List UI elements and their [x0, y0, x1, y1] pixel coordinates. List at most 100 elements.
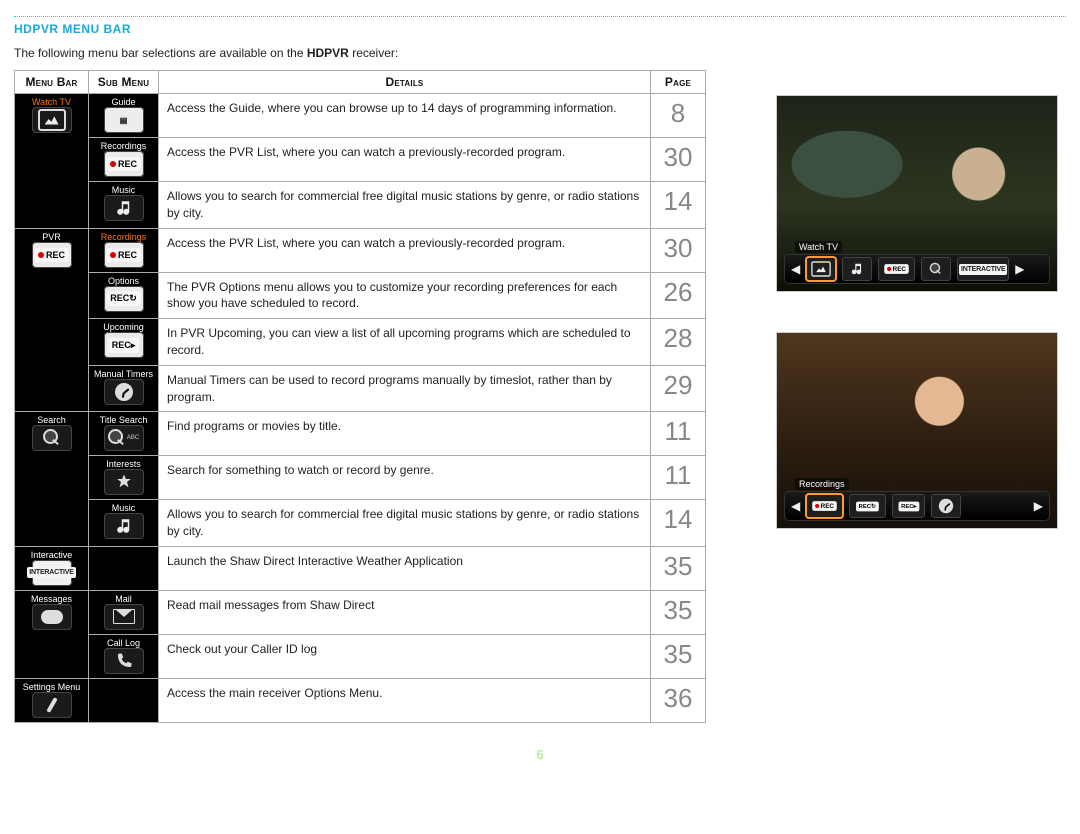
table-row: Music Allows you to search for commercial… — [15, 182, 706, 229]
page-cell: 14 — [651, 500, 706, 547]
menubar-label: Messages — [31, 594, 72, 604]
submenu-label: Call Log — [107, 638, 140, 648]
tile-tv-icon — [806, 257, 836, 281]
page-cell: 30 — [651, 228, 706, 272]
submenu-cell-options: OptionsREC↻ — [89, 272, 159, 319]
menubar-label: Settings Menu — [23, 682, 81, 692]
submenu-cell-upcoming: UpcomingREC▸ — [89, 319, 159, 366]
menubar-label: Interactive — [31, 550, 73, 560]
submenu-label: Upcoming — [103, 322, 144, 332]
details-cell: Allows you to search for commercial free… — [159, 500, 651, 547]
section-divider — [14, 16, 1066, 18]
table-row: Manual Timers Manual Timers can be used t… — [15, 365, 706, 412]
submenu-label: Mail — [115, 594, 132, 604]
tile-clock-icon — [931, 494, 961, 518]
tile-music-icon — [842, 257, 872, 281]
details-cell: The PVR Options menu allows you to custo… — [159, 272, 651, 319]
intro-pre: The following menu bar selections are av… — [14, 46, 307, 60]
details-cell: Launch the Shaw Direct Interactive Weath… — [159, 546, 651, 590]
menubar-label: Search — [37, 415, 66, 425]
details-cell: Access the PVR List, where you can watch… — [159, 138, 651, 182]
table-row: SearchTitle SearchABCFind programs or mo… — [15, 412, 706, 456]
page-cell: 11 — [651, 412, 706, 456]
details-cell: Access the main receiver Options Menu. — [159, 678, 651, 722]
submenu-cell-empty — [89, 678, 159, 722]
table-row: UpcomingREC▸In PVR Upcoming, you can vie… — [15, 319, 706, 366]
tile-rec-icon: REC — [806, 494, 843, 518]
menubar-cell-settings-menu: Settings Menu — [15, 678, 89, 722]
bar-label: Recordings — [795, 478, 849, 490]
page-cell: 29 — [651, 365, 706, 412]
menubar-cell-watch-tv: Watch TV — [15, 94, 89, 229]
page-number: 6 — [14, 747, 1066, 762]
page-cell: 11 — [651, 456, 706, 500]
table-row: Settings Menu Access the main receiver Op… — [15, 678, 706, 722]
intro-post: receiver: — [349, 46, 398, 60]
submenu-label: Recordings — [101, 232, 147, 242]
page-cell: 14 — [651, 182, 706, 229]
arrow-left-icon: ◀ — [791, 262, 800, 276]
page-cell: 35 — [651, 590, 706, 634]
submenu-label: Music — [112, 185, 136, 195]
table-row: Messages Mail Read mail messages from Shaw… — [15, 590, 706, 634]
submenu-label: Guide — [111, 97, 135, 107]
page-cell: 30 — [651, 138, 706, 182]
table-row: InteractiveINTERACTIVE Launch the Shaw Di… — [15, 546, 706, 590]
submenu-cell-guide: Guide▤ — [89, 94, 159, 138]
menubar-cell-messages: Messages — [15, 590, 89, 678]
submenu-label: Recordings — [101, 141, 147, 151]
details-cell: Access the PVR List, where you can watch… — [159, 228, 651, 272]
submenu-cell-mail: Mail — [89, 590, 159, 634]
table-row: Watch TV Guide▤Access the Guide, where yo… — [15, 94, 706, 138]
page-cell: 35 — [651, 634, 706, 678]
screenshot-watch-tv: Watch TV ◀ REC INTERACTIVE ▶ — [776, 95, 1058, 292]
page-cell: 8 — [651, 94, 706, 138]
details-cell: In PVR Upcoming, you can view a list of … — [159, 319, 651, 366]
th-page: Page — [651, 71, 706, 94]
page-cell: 28 — [651, 319, 706, 366]
submenu-cell-music: Music — [89, 182, 159, 229]
arrow-right-icon: ▶ — [1034, 499, 1043, 513]
page-cell: 36 — [651, 678, 706, 722]
table-row: Music Allows you to search for commercial… — [15, 500, 706, 547]
page-cell: 35 — [651, 546, 706, 590]
submenu-cell-music: Music — [89, 500, 159, 547]
submenu-cell-empty — [89, 546, 159, 590]
menubar-label: PVR — [42, 232, 61, 242]
details-cell: Read mail messages from Shaw Direct — [159, 590, 651, 634]
arrow-left-icon: ◀ — [791, 499, 800, 513]
table-row: Call Log Check out your Caller ID log35 — [15, 634, 706, 678]
submenu-cell-title-search: Title SearchABC — [89, 412, 159, 456]
tile-interactive-icon: INTERACTIVE — [957, 257, 1009, 281]
arrow-right-icon: ▶ — [1015, 262, 1024, 276]
menubar-cell-interactive: InteractiveINTERACTIVE — [15, 546, 89, 590]
tile-rec-options-icon: REC↻ — [849, 494, 886, 518]
intro-bold: HDPVR — [307, 46, 349, 60]
details-cell: Search for something to watch or record … — [159, 456, 651, 500]
submenu-label: Interests — [106, 459, 141, 469]
submenu-label: Title Search — [100, 415, 148, 425]
menu-table: Menu Bar Sub Menu Details Page Watch TV G… — [14, 70, 706, 723]
menubar-cell-search: Search — [15, 412, 89, 547]
menu-bar: ◀ REC INTERACTIVE ▶ — [785, 255, 1049, 283]
menubar-label: Watch TV — [32, 97, 71, 107]
submenu-label: Music — [112, 503, 136, 513]
submenu-label: Manual Timers — [94, 369, 153, 379]
submenu-label: Options — [108, 276, 139, 286]
details-cell: Allows you to search for commercial free… — [159, 182, 651, 229]
submenu-cell-recordings: RecordingsREC — [89, 228, 159, 272]
th-menubar: Menu Bar — [15, 71, 89, 94]
menubar-cell-pvr: PVRREC — [15, 228, 89, 412]
tile-rec-icon: REC — [878, 257, 915, 281]
details-cell: Manual Timers can be used to record prog… — [159, 365, 651, 412]
th-submenu: Sub Menu — [89, 71, 159, 94]
th-details: Details — [159, 71, 651, 94]
table-row: PVRRECRecordingsRECAccess the PVR List, … — [15, 228, 706, 272]
bar-label: Watch TV — [795, 241, 842, 253]
submenu-cell-recordings: RecordingsREC — [89, 138, 159, 182]
page-cell: 26 — [651, 272, 706, 319]
details-cell: Check out your Caller ID log — [159, 634, 651, 678]
menu-bar: ◀ REC REC↻ REC▸ ▶ — [785, 492, 1049, 520]
table-row: OptionsREC↻The PVR Options menu allows y… — [15, 272, 706, 319]
details-cell: Access the Guide, where you can browse u… — [159, 94, 651, 138]
